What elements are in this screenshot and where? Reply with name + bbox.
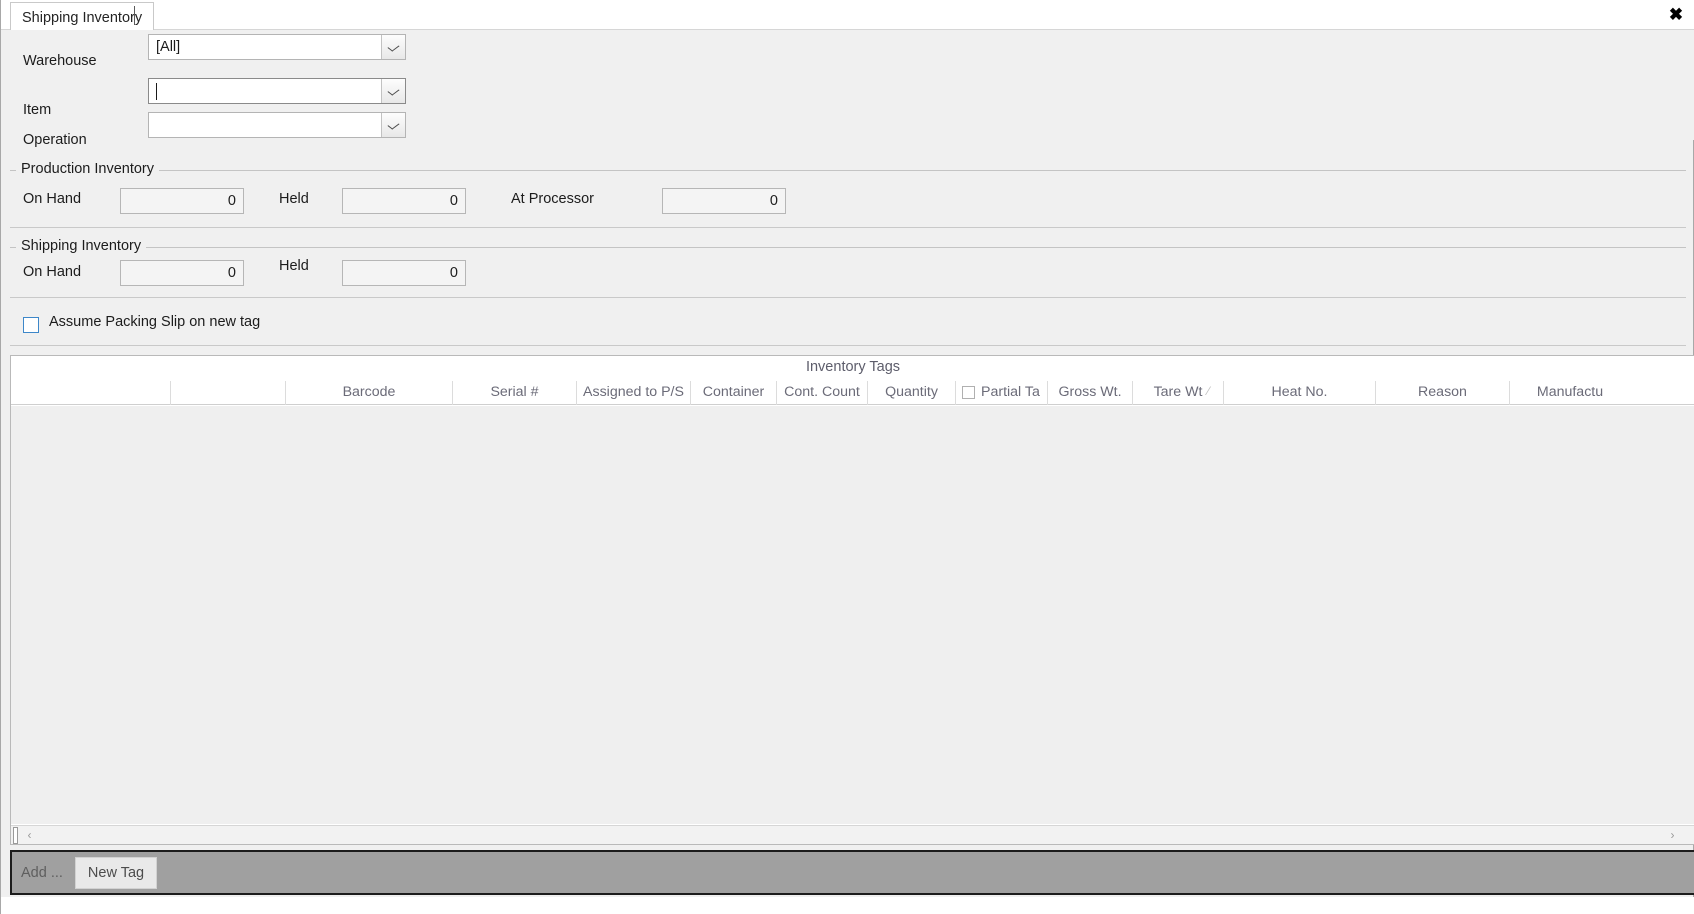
grid-header-cell[interactable]: Barcode <box>286 381 453 405</box>
sort-indicator-icon: ⁄ <box>1207 384 1210 398</box>
grid-header-cell[interactable]: Container <box>691 381 777 405</box>
shipping-inventory-group: Shipping Inventory <box>10 238 1686 254</box>
grid-header-label: Tare Wt <box>1153 384 1203 400</box>
grid-header-cell[interactable]: Manufactu <box>1510 381 1630 405</box>
grid-header-cell[interactable]: Tare Wt ⁄ <box>1133 381 1224 405</box>
grid-header-cell[interactable]: Partial Ta <box>956 381 1048 405</box>
grid-header-cell[interactable]: Heat No. <box>1224 381 1376 405</box>
section-divider <box>10 297 1686 298</box>
production-on-hand-label: On Hand <box>23 191 82 207</box>
scrollbar-thumb[interactable] <box>13 827 18 844</box>
grid-header-cell[interactable]: Gross Wt. <box>1048 381 1133 405</box>
grid-header-label: Manufactu <box>1536 384 1604 400</box>
grid-header-label: Partial Ta <box>981 384 1040 400</box>
chevron-down-icon[interactable] <box>381 35 405 59</box>
shipping-on-hand-value[interactable]: 0 <box>120 260 244 286</box>
grid-header-cell[interactable]: Reason <box>1376 381 1510 405</box>
grid-header-label: Container <box>702 384 765 400</box>
warehouse-select[interactable]: [All] <box>148 34 406 60</box>
grid-header-label: Reason <box>1418 384 1467 400</box>
horizontal-scrollbar[interactable]: ‹ › <box>11 825 1694 844</box>
shipping-on-hand-label: On Hand <box>23 264 82 280</box>
grid-band-title: Inventory Tags <box>805 359 901 375</box>
chevron-down-icon[interactable] <box>381 79 405 103</box>
operation-select[interactable] <box>148 112 406 138</box>
shipping-inventory-title: Shipping Inventory <box>16 238 147 254</box>
grid-header-label: Gross Wt. <box>1058 384 1122 400</box>
close-icon[interactable]: ✖ <box>1663 3 1689 27</box>
grid-header-label: Cont. Count <box>784 384 860 400</box>
grid-header-label: Assigned to P/S <box>583 384 684 400</box>
warehouse-value: [All] <box>156 39 181 55</box>
grid-header-cell[interactable] <box>171 381 286 405</box>
text-cursor <box>156 83 157 100</box>
add-label: Add ... <box>21 865 63 881</box>
inventory-tags-grid: Inventory Tags Barcode Serial # Assigned t… <box>10 355 1694 845</box>
shipping-held-label: Held <box>279 258 309 274</box>
section-divider <box>10 227 1686 228</box>
grid-header-label: Barcode <box>342 384 396 400</box>
grid-header-label: Quantity <box>885 384 938 400</box>
production-inventory-group: Production Inventory <box>10 161 1686 177</box>
assume-packing-slip-checkbox[interactable] <box>23 317 39 333</box>
scroll-left-icon[interactable]: ‹ <box>21 827 38 844</box>
item-label: Item <box>23 102 52 118</box>
item-select[interactable] <box>148 78 406 104</box>
production-at-processor-label: At Processor <box>511 191 594 207</box>
production-held-label: Held <box>279 191 309 207</box>
production-on-hand-value[interactable]: 0 <box>120 188 244 214</box>
grid-body[interactable] <box>11 406 1694 824</box>
grid-header-row: Barcode Serial # Assigned to P/S Container C… <box>11 381 1694 405</box>
grid-header-label: Serial # <box>490 384 539 400</box>
partial-tag-header-checkbox[interactable] <box>962 386 975 399</box>
section-divider <box>10 345 1686 346</box>
window-bottom-edge <box>1 897 1694 914</box>
filter-form: Warehouse [All] Item Operation <box>1 30 1694 148</box>
grid-header-cell[interactable]: Assigned to P/S <box>577 381 691 405</box>
shipping-inventory-window: Shipping Inventory ✖ Warehouse [All] Ite… <box>0 0 1694 914</box>
tab-shipping-inventory[interactable]: Shipping Inventory <box>10 2 155 30</box>
production-held-value[interactable]: 0 <box>342 188 466 214</box>
shipping-held-value[interactable]: 0 <box>342 260 466 286</box>
warehouse-label: Warehouse <box>23 53 97 69</box>
grid-band: Inventory Tags <box>11 356 1694 381</box>
operation-label: Operation <box>23 132 87 148</box>
grid-header-cell[interactable]: Quantity <box>868 381 956 405</box>
grid-header-cell[interactable]: Cont. Count <box>777 381 868 405</box>
grid-header-label: Heat No. <box>1271 384 1328 400</box>
grid-header-cell[interactable] <box>11 381 171 405</box>
tab-strip: Shipping Inventory ✖ <box>1 0 1694 30</box>
production-at-processor-value[interactable]: 0 <box>662 188 786 214</box>
assume-packing-slip-label: Assume Packing Slip on new tag <box>49 314 261 330</box>
chevron-down-icon[interactable] <box>381 113 405 137</box>
tab-label: Shipping Inventory <box>22 10 143 26</box>
grid-header-cell[interactable]: Serial # <box>453 381 577 405</box>
scroll-right-icon[interactable]: › <box>1664 827 1681 844</box>
tab-strip-caret <box>134 6 135 25</box>
production-inventory-title: Production Inventory <box>16 161 159 177</box>
bottom-toolbar: Add ... New Tag <box>10 850 1694 895</box>
new-tag-button[interactable]: New Tag <box>75 857 157 889</box>
